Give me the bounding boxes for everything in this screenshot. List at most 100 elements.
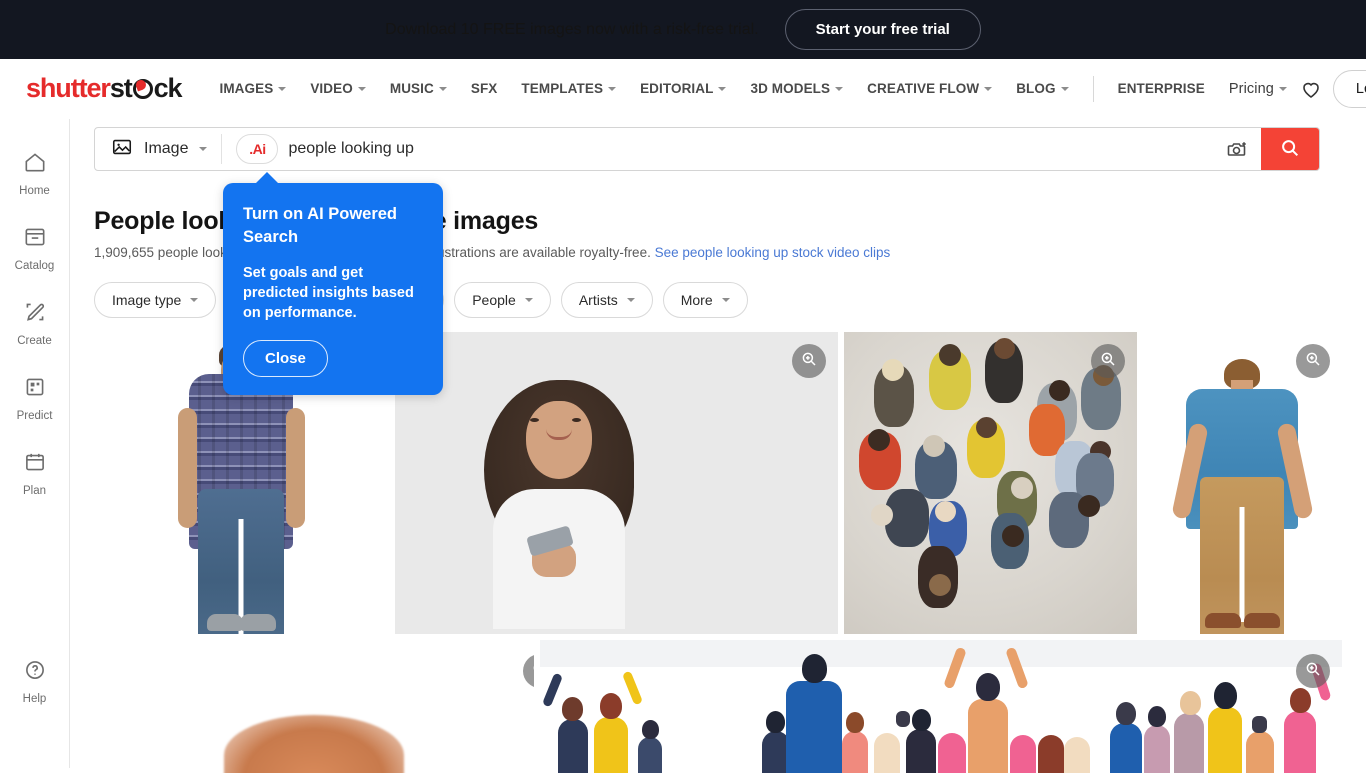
logo-text-red: shutter	[26, 73, 111, 103]
login-button[interactable]: Log in	[1332, 69, 1366, 108]
start-free-trial-button[interactable]: Start your free trial	[784, 9, 981, 50]
nav-item-templates[interactable]: TEMPLATES	[509, 75, 628, 102]
nav-item-video[interactable]: VIDEO	[298, 75, 378, 102]
crowd-head	[976, 416, 998, 438]
illustration-figure	[1246, 731, 1274, 773]
image-loading-band	[540, 640, 1342, 667]
illustration-figure	[906, 729, 936, 773]
video-clips-link[interactable]: See people looking up stock video clips	[655, 245, 891, 260]
result-image	[94, 640, 534, 773]
results-row	[94, 640, 1342, 773]
image-icon	[111, 136, 133, 163]
filter-artists[interactable]: Artists	[560, 282, 653, 318]
illustration-figure	[1284, 711, 1316, 773]
nav-label: ENTERPRISE	[1117, 81, 1205, 96]
sidebar-item-home[interactable]: Home	[0, 149, 69, 197]
nav-label: BLOG	[1016, 81, 1056, 96]
nav-item-editorial[interactable]: EDITORIAL	[628, 75, 738, 102]
chevron-down-icon	[984, 86, 993, 91]
illustration-head	[1148, 706, 1166, 727]
sidebar-item-catalog[interactable]: Catalog	[0, 224, 69, 272]
logo-o-mark	[132, 78, 153, 99]
nav-label: 3D MODELS	[750, 81, 831, 96]
chevron-down-icon	[718, 86, 727, 91]
result-tile[interactable]	[844, 332, 1137, 634]
illustration-head	[976, 673, 1000, 701]
search-type-label: Image	[144, 140, 189, 157]
crowd-head	[1011, 476, 1034, 499]
illustration-figure	[1110, 723, 1142, 773]
illustration-head	[912, 709, 931, 731]
sidebar-item-create[interactable]: Create	[0, 299, 69, 347]
chevron-down-icon	[524, 298, 533, 302]
heart-icon[interactable]	[1299, 77, 1323, 101]
nav-item-enterprise[interactable]: ENTERPRISE	[1106, 75, 1217, 102]
shutterstock-logo[interactable]: shutter st ck	[26, 73, 183, 104]
nav-item-pricing[interactable]: Pricing	[1217, 75, 1299, 103]
magnifier-plus-icon	[1304, 350, 1322, 373]
nav-item-3d-models[interactable]: 3D MODELS	[738, 75, 855, 102]
tooltip-close-button[interactable]: Close	[243, 340, 328, 378]
home-icon	[22, 149, 48, 180]
result-image	[844, 332, 1137, 634]
nav-item-blog[interactable]: BLOG	[1004, 75, 1080, 102]
chevron-down-icon	[608, 86, 617, 91]
sidebar-label: Catalog	[14, 260, 55, 272]
chevron-down-icon	[357, 86, 366, 91]
main-navigation: shutter st ck IMAGES VIDEO MUSIC SFX TEMPL…	[0, 59, 1366, 119]
filter-people[interactable]: People	[454, 282, 551, 318]
filter-more[interactable]: More	[662, 282, 748, 318]
sidebar-item-help[interactable]: Help	[0, 657, 69, 705]
nav-label: MUSIC	[389, 81, 434, 96]
search-button[interactable]	[1261, 128, 1319, 170]
quick-view-button[interactable]	[1090, 344, 1125, 378]
nav-label: VIDEO	[310, 81, 353, 96]
search-type-select[interactable]: Image	[95, 128, 221, 170]
sidebar-label: Help	[22, 693, 47, 705]
filter-image-type[interactable]: Image type	[94, 282, 217, 318]
filter-label: People	[472, 292, 516, 308]
chevron-down-icon	[1060, 86, 1069, 91]
figure-shoe-right	[1244, 612, 1280, 628]
illustration-figure	[938, 733, 966, 773]
nav-right-actions: Log in Free trial	[1299, 69, 1366, 108]
illustration-head	[1290, 688, 1311, 713]
illustration-figure	[1208, 707, 1242, 773]
illustration-figure	[594, 717, 628, 773]
figure-hair	[224, 715, 404, 773]
nav-item-music[interactable]: MUSIC	[378, 75, 459, 102]
search-icon	[1279, 137, 1301, 162]
nav-item-sfx[interactable]: SFX	[459, 75, 510, 102]
search-input[interactable]	[288, 128, 1215, 170]
chevron-down-icon	[438, 86, 447, 91]
result-tile[interactable]	[394, 332, 839, 634]
illustration-arm	[621, 670, 644, 706]
nav-item-creative-flow[interactable]: CREATIVE FLOW	[855, 75, 1004, 102]
quick-view-button[interactable]	[1296, 654, 1330, 688]
illustration-head	[600, 693, 622, 719]
result-tile[interactable]	[94, 640, 534, 773]
sidebar-item-plan[interactable]: Plan	[0, 449, 69, 497]
illustration-head	[562, 697, 583, 721]
camera-plus-icon[interactable]	[1215, 137, 1261, 161]
crowd-head	[867, 428, 890, 451]
ai-search-tooltip: Turn on AI Powered Search Set goals and …	[223, 171, 443, 396]
illustration-figure	[1010, 735, 1036, 773]
tooltip-title: Turn on AI Powered Search	[243, 205, 398, 246]
nav-label: Pricing	[1228, 80, 1274, 97]
nav-item-images[interactable]: IMAGES	[207, 75, 298, 102]
sidebar-item-predict[interactable]: Predict	[0, 374, 69, 422]
illustration-figure	[1038, 735, 1064, 773]
result-tile[interactable]	[540, 640, 1342, 773]
ai-search-toggle[interactable]: .Ai	[236, 134, 279, 164]
promo-text: Download 10 FREE images now with a risk-…	[385, 20, 759, 38]
magnifier-plus-icon	[800, 350, 818, 373]
crowd-head	[993, 338, 1015, 360]
chevron-down-icon	[278, 86, 287, 91]
results-grid	[94, 332, 1342, 779]
sidebar-label: Predict	[16, 410, 53, 422]
result-tile[interactable]	[1142, 332, 1342, 634]
result-image	[394, 332, 839, 634]
chevron-down-icon	[626, 298, 635, 302]
quick-view-button[interactable]	[1296, 344, 1330, 378]
